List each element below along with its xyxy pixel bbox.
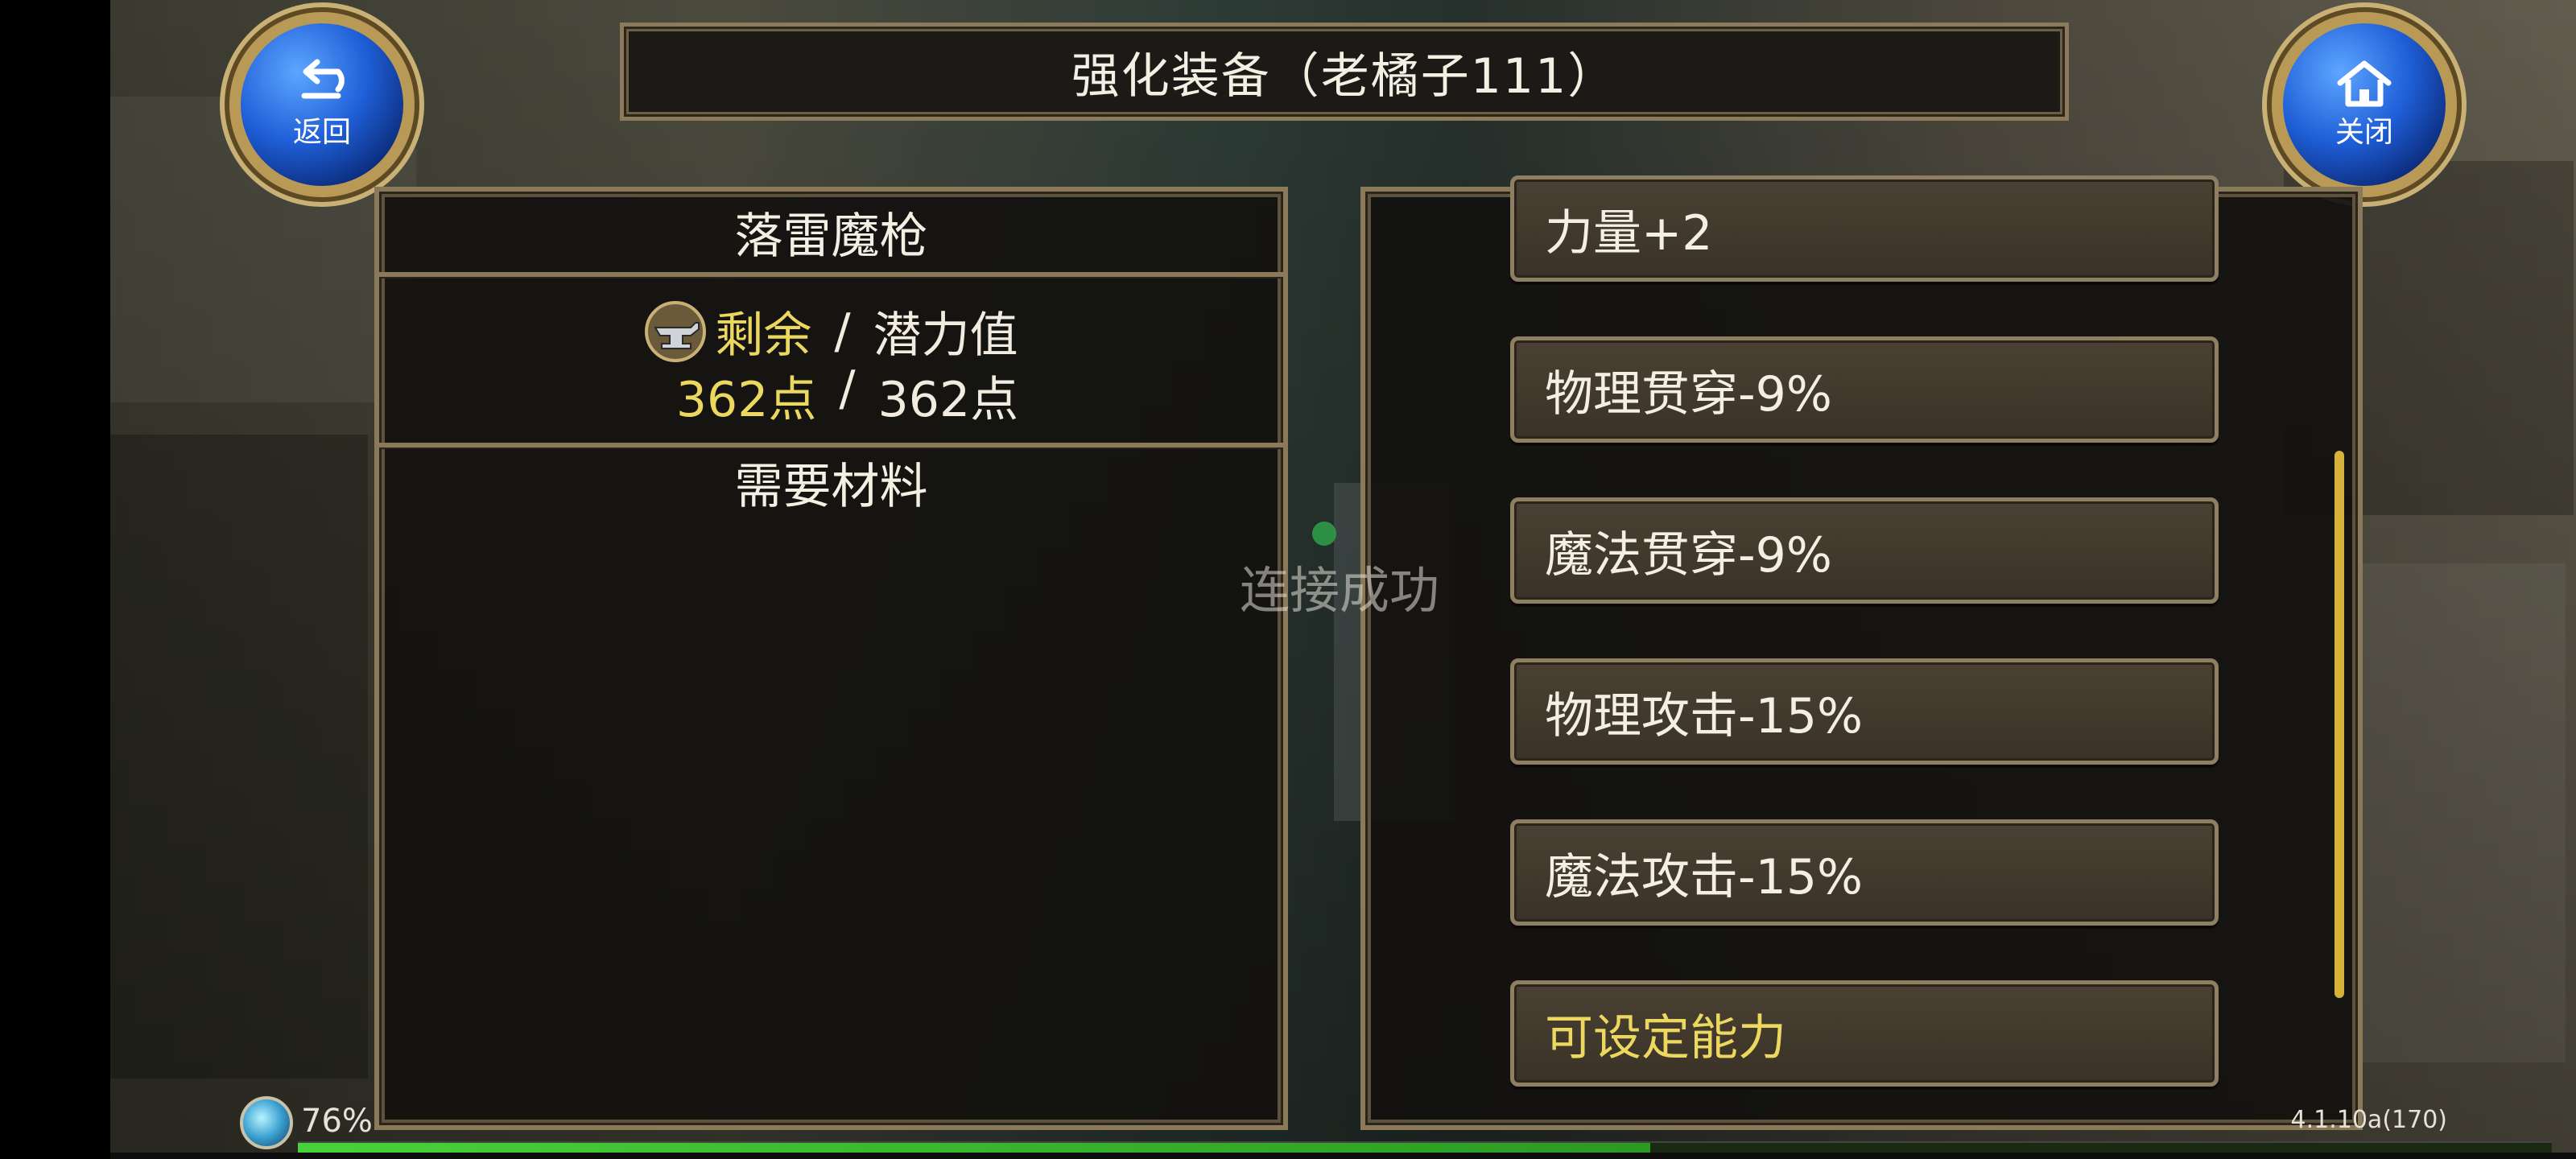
page-title: 强化装备（老橘子111） [1071,47,1618,105]
version-label: 4.1.10a(170) [2290,1106,2447,1134]
separator: / [834,303,851,360]
potential-label: 潜力值 [873,307,1018,364]
potential-value: 362点 [877,372,1019,428]
back-arrow-icon [301,59,345,99]
stat-option[interactable]: 魔法攻击-15% [1510,819,2219,926]
scrollbar[interactable] [2334,451,2344,998]
close-button[interactable]: 关闭 [2272,12,2457,197]
back-button-label: 返回 [292,116,351,149]
item-name: 落雷魔枪 [734,208,928,265]
points-values: 362点 / 362点 [379,361,1283,431]
stat-option[interactable]: 魔法贯穿-9% [1510,497,2219,604]
bottom-strip [110,1153,2576,1159]
stat-list-panel: 力量+2 物理贯穿-9% 魔法贯穿-9% 物理攻击-15% 魔法攻击-15% 可… [1360,175,2363,1130]
remaining-label: 剩余 [715,307,812,364]
separator: / [839,361,856,417]
letterbox-left [0,0,110,1159]
close-button-label: 关闭 [2334,116,2393,149]
anvil-icon [644,300,707,363]
configurable-ability-button[interactable]: 可设定能力 [1510,980,2219,1087]
check-icon [1312,522,1336,546]
stat-option[interactable]: 力量+2 [1510,175,2219,282]
item-info-panel: 落雷魔枪 剩余 / 潜力值 362点 / 362点 需要材料 [374,187,1288,1130]
battery-orb-icon [240,1096,293,1149]
connection-toast: 连接成功 [1240,561,1440,620]
remaining-value: 362点 [675,372,817,428]
back-button[interactable]: 返回 [229,12,415,197]
stat-option[interactable]: 物理贯穿-9% [1510,336,2219,443]
home-icon [2337,60,2392,107]
divider [379,272,1283,277]
battery-percent: 76% [301,1103,373,1140]
materials-title: 需要材料 [734,459,928,515]
title-bar: 强化装备（老橘子111） [620,23,2069,121]
stat-option[interactable]: 物理攻击-15% [1510,658,2219,765]
points-header: 剩余 / 潜力值 [379,296,1283,366]
